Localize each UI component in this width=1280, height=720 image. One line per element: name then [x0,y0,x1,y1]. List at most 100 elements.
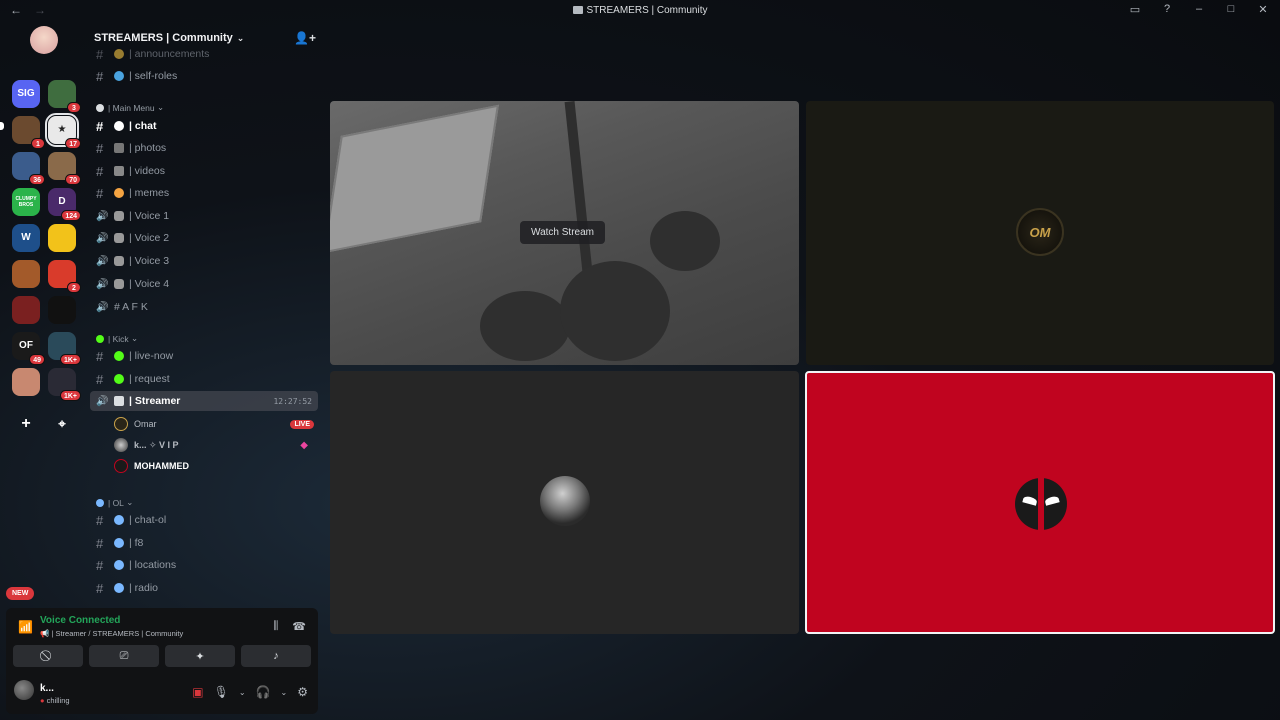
server-icon-acronym[interactable]: SIG [12,80,40,108]
voice-user-mohammed[interactable]: MOHAMMED [114,456,314,476]
channel-streamer[interactable]: 🔊 | Streamer 12:27:52 [90,391,318,411]
help-icon[interactable]: ? [1160,3,1174,16]
server-icon-s12[interactable]: 2 [48,260,81,293]
heart-icon [114,560,124,570]
noise-suppression-icon[interactable]: ⫼ [273,620,278,633]
server-icon-s5[interactable]: 36 [12,152,45,185]
server-icon-s7[interactable]: CLUMPY BROS [12,188,40,216]
channel-chat[interactable]: # | chat [90,116,318,136]
inbox-icon[interactable]: ▭ [1128,3,1142,16]
voice-tile-mohammed[interactable] [805,371,1275,634]
voice-user-vip[interactable]: k... ✧ V I P ◆ [114,435,314,455]
user-avatar[interactable] [14,680,34,700]
voice-channel-path[interactable]: 📢 | Streamer / STREAMERS | Community [40,629,183,638]
screen-share-button[interactable]: ⎚ [89,645,159,667]
server-icon-s4[interactable]: ★ 17 [45,113,81,149]
new-unreads-badge[interactable]: NEW [6,587,35,600]
server-icon-s6[interactable]: 70 [48,152,81,185]
channel-request[interactable]: # | request [90,369,318,389]
voice-user-omar[interactable]: Omar LIVE [114,414,314,434]
user-name[interactable]: k... [40,683,54,694]
server-icon-s15[interactable]: OF 49 [12,332,45,365]
user-controls: ▣ 🎙 ⌄ 🎧 ⌄ ⚙ [192,685,308,699]
server-icon-s11[interactable] [12,260,40,288]
voice-tile-vip[interactable] [330,371,799,634]
window-controls: ▭ ? – □ ✕ [1128,3,1270,16]
speaker-icon: 🔊 [96,301,109,313]
user-status[interactable]: ● chilling [40,696,70,705]
add-server-icon[interactable]: + [12,410,40,438]
channel-announcements[interactable]: # | announcements [90,44,318,64]
channel-memes[interactable]: # | memes [90,183,318,203]
channel-label: | Voice 4 [129,278,170,290]
minimize-icon[interactable]: – [1192,3,1206,16]
camera-off-icon[interactable]: ▣ [192,685,203,699]
microphone-icon [114,256,124,266]
channel-chat-ol[interactable]: # | chat-ol [90,510,318,530]
channel-self-roles[interactable]: # | self-roles [90,66,318,86]
channel-voice-3[interactable]: 🔊 | Voice 3 [90,251,318,271]
hash-icon: # [96,68,104,84]
category-ol[interactable]: | OL ⌄ [96,497,133,508]
user-panel: k... ● chilling ▣ 🎙 ⌄ 🎧 ⌄ ⚙ [6,672,318,716]
server-icon-s8[interactable]: D 124 [48,188,81,221]
channel-locations[interactable]: # | locations [90,555,318,575]
channel-label: | Streamer [129,395,181,407]
maximize-icon[interactable]: □ [1224,3,1238,16]
call-timer: 12:27:52 [273,396,312,406]
headphones-icon[interactable]: 🎧 [256,685,271,699]
server-icon-s14[interactable] [48,296,76,324]
camera-off-button[interactable]: ⃠ [13,645,83,667]
channel-voice-2[interactable]: 🔊 | Voice 2 [90,228,318,248]
close-icon[interactable]: ✕ [1256,3,1270,16]
chevron-down-icon[interactable]: ⌄ [281,688,288,697]
stream-tile-game[interactable]: Watch Stream [330,101,799,365]
channel-label: | Voice 2 [129,232,170,244]
heart-icon [114,583,124,593]
server-icon-s10[interactable] [48,224,76,252]
activities-button[interactable]: ✦ [165,645,235,667]
discover-icon[interactable]: ⌖ [48,410,76,438]
channel-live-now[interactable]: # | live-now [90,346,318,366]
video-camera-icon [114,166,124,176]
signal-icon[interactable]: 📶 [18,620,33,634]
channel-f8[interactable]: # | f8 [90,533,318,553]
invite-icon[interactable]: 👤+ [294,31,316,45]
channel-voice-1[interactable]: 🔊 | Voice 1 [90,206,318,226]
category-main-menu[interactable]: | Main Menu ⌄ [96,102,164,113]
channel-voice-4[interactable]: 🔊 | Voice 4 [90,274,318,294]
voice-user-name: Omar [134,419,157,429]
channel-label: | memes [129,187,170,199]
globe-icon [114,71,124,81]
channel-label: | videos [129,165,165,177]
server-icon-s2[interactable]: 3 [48,80,81,113]
soundboard-button[interactable]: ♪ [241,645,311,667]
voice-status[interactable]: Voice Connected [40,615,120,626]
server-icon-s16[interactable]: 1K+ [48,332,81,365]
hash-icon: # [96,163,104,179]
settings-gear-icon[interactable]: ⚙ [297,685,308,699]
category-kick[interactable]: | Kick ⌄ [96,333,138,344]
channel-photos[interactable]: # | photos [90,138,318,158]
voice-user-name: k... ✧ V I P [134,439,179,450]
channel-videos[interactable]: # | videos [90,161,318,181]
voice-tile-omar[interactable]: OM [806,101,1274,365]
selected-server-indicator [0,122,4,130]
watch-stream-button[interactable]: Watch Stream [520,221,605,244]
disconnect-icon[interactable]: ☎ [292,620,306,633]
title-bar: ← → STREAMERS | Community ▭ ? – □ ✕ [0,0,1280,22]
server-icon-s9[interactable]: W [12,224,40,252]
camera-icon [114,143,124,153]
microphone-icon[interactable]: 🎙 [214,685,229,699]
server-icon-s18[interactable]: 1K+ [48,368,81,401]
home-avatar[interactable] [30,26,58,54]
channel-afk[interactable]: 🔊 # A F K [90,297,318,317]
server-label: OF [19,340,33,351]
server-icon-s17[interactable] [12,368,40,396]
chevron-down-icon[interactable]: ⌄ [239,688,246,697]
server-icon-s13[interactable] [12,296,40,324]
server-icon-s3[interactable]: 1 [12,116,45,149]
channel-label: | announcements [129,48,210,60]
voice-user-name: MOHAMMED [134,461,189,471]
channel-radio[interactable]: # | radio [90,578,318,598]
